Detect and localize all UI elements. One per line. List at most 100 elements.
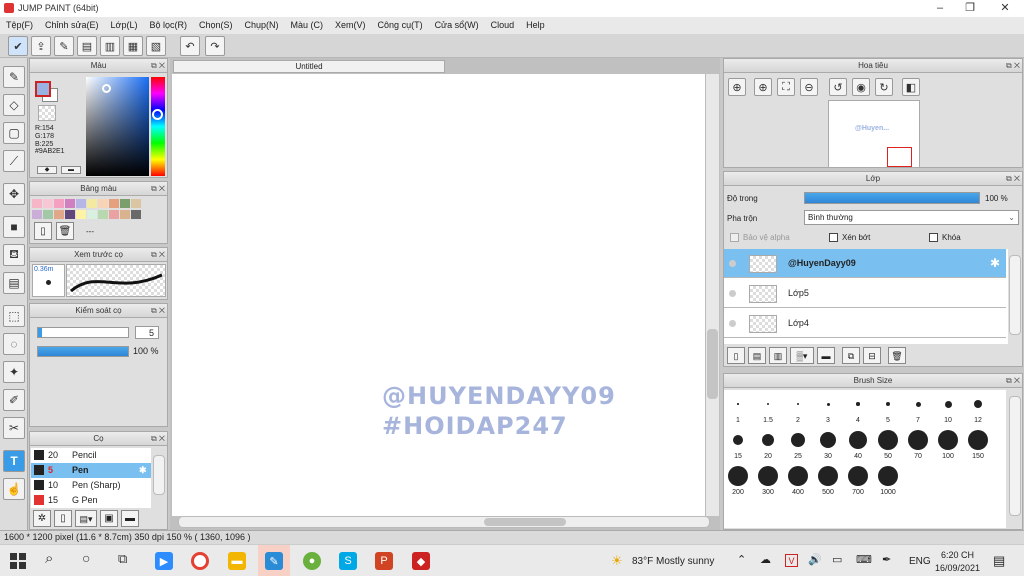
weather-icon[interactable]: ☀ (611, 553, 623, 569)
maximize-button[interactable]: ❐ (955, 0, 985, 17)
visibility-icon[interactable] (729, 260, 736, 267)
size-slider[interactable] (37, 327, 129, 338)
lasso-icon[interactable]: ◌ (3, 333, 25, 355)
select-pen-icon[interactable]: ✐ (3, 389, 25, 411)
select-rect-icon[interactable]: ⬚ (3, 305, 25, 327)
gradient-tool-icon[interactable]: ▤ (3, 272, 25, 294)
transparent-color[interactable] (38, 105, 56, 121)
panel-buttons[interactable]: ⧉ ✕ (151, 434, 165, 444)
palette-swatch[interactable] (32, 209, 42, 219)
brush-tool-icon[interactable]: ✎ (3, 66, 25, 88)
undo-icon[interactable]: ↶ (180, 36, 200, 56)
visibility-icon[interactable] (729, 320, 736, 327)
menu-cloud[interactable]: Cloud (485, 17, 521, 34)
palette-swatch[interactable] (54, 209, 64, 219)
brush-size-option[interactable]: 7 (903, 392, 933, 428)
brush-size-option[interactable]: 15 (723, 428, 753, 464)
opacity-slider[interactable] (37, 346, 129, 357)
sv-cursor[interactable] (102, 84, 111, 93)
rotate-left-icon[interactable]: ↺ (829, 78, 847, 96)
reset-view-icon[interactable]: ◉ (852, 78, 870, 96)
palette-swatch[interactable] (98, 199, 108, 208)
brush-size-option[interactable]: 500 (813, 464, 843, 500)
text-tool-icon[interactable]: T (3, 450, 25, 472)
eraser-tool-icon[interactable]: ◇ (3, 94, 25, 116)
powerpoint-icon[interactable]: P (375, 552, 393, 570)
saturation-value-picker[interactable] (86, 77, 149, 176)
brush-size-option[interactable]: 3 (813, 392, 843, 428)
brush-size-option[interactable]: 200 (723, 464, 753, 500)
clipping-checkbox[interactable] (829, 233, 838, 242)
navigator-thumbnail[interactable]: @Huyen... (828, 100, 920, 168)
brush-settings-icon[interactable]: ✲ (33, 510, 51, 527)
pen-icon[interactable]: ✒ (882, 553, 891, 566)
brush-type-dropdown-icon[interactable]: ▤▾ (75, 510, 97, 527)
brush-size-option[interactable]: 1.5 (753, 392, 783, 428)
horizontal-scroll-thumb[interactable] (484, 518, 566, 526)
hue-cursor[interactable] (152, 109, 163, 120)
gear-icon[interactable]: ✱ (990, 256, 1000, 270)
panel-buttons[interactable]: ⧉ ✕ (1006, 376, 1020, 386)
cloud-icon[interactable]: ☁ (760, 553, 771, 566)
palette-swatch[interactable] (131, 209, 141, 219)
hand-tool-icon[interactable]: ☝ (3, 478, 25, 500)
palette-swatch[interactable] (65, 199, 75, 208)
lock-checkbox[interactable] (929, 233, 938, 242)
magic-wand-icon[interactable]: ✦ (3, 361, 25, 383)
zoom-app-icon[interactable]: ▶ (155, 552, 173, 570)
brush-size-option[interactable]: 2 (783, 392, 813, 428)
palette-swatch[interactable] (109, 209, 119, 219)
select-eraser-icon[interactable]: ✂ (3, 417, 25, 439)
palette-swatch[interactable] (109, 199, 119, 208)
new-layer-8bit-icon[interactable]: ▤ (748, 347, 766, 364)
notification-icon[interactable]: ▤ (993, 553, 1005, 569)
battery-icon[interactable]: ▭ (832, 553, 842, 566)
layer-opacity-slider[interactable] (804, 192, 980, 204)
menu-layer[interactable]: Lớp(L) (105, 17, 144, 34)
layer-row-selected[interactable]: @HuyenDayy09 ✱ (724, 249, 1006, 278)
file-explorer-icon[interactable]: ▬ (228, 552, 246, 570)
canvas-horizontal-scrollbar[interactable] (178, 516, 710, 528)
brush-size-option[interactable]: 100 (933, 428, 963, 464)
brush-size-option[interactable]: 12 (963, 392, 993, 428)
brush-size-option[interactable]: 400 (783, 464, 813, 500)
menu-filter[interactable]: Bộ lọc(R) (143, 17, 193, 34)
weather-text[interactable]: 83°F Mostly sunny (632, 556, 714, 567)
skype-icon[interactable]: S (339, 552, 357, 570)
brush-size-option[interactable]: 700 (843, 464, 873, 500)
new-layer-icon[interactable]: ▯ (727, 347, 745, 364)
zoom-fit-icon[interactable]: ⊕ (728, 78, 746, 96)
protect-alpha-checkbox[interactable] (730, 233, 739, 242)
brush-copy-icon[interactable]: ▣ (100, 510, 118, 527)
flip-icon[interactable]: ◧ (902, 78, 920, 96)
vaccine-icon[interactable]: V (785, 554, 798, 567)
layer-row[interactable]: Lớp4 (724, 309, 1006, 338)
rotate-right-icon[interactable]: ↻ (875, 78, 893, 96)
fill-rect-icon[interactable]: ■ (3, 216, 25, 238)
brush-item[interactable]: 10 Pen (Sharp) (31, 478, 151, 493)
palette-swatch[interactable] (98, 209, 108, 219)
zoom-in-icon[interactable]: ⊕ (754, 78, 772, 96)
close-button[interactable]: ✕ (990, 0, 1020, 17)
menu-capture[interactable]: Chụp(N) (239, 17, 285, 34)
cortana-icon[interactable]: ○ (82, 550, 90, 566)
brush-size-option[interactable]: 10 (933, 392, 963, 428)
palette-swatch[interactable] (65, 209, 75, 219)
add-color-button[interactable]: ◆ (37, 166, 57, 174)
grid-check-icon[interactable]: ▧ (146, 36, 166, 56)
folder-icon[interactable]: ▬ (121, 510, 139, 527)
brush-size-option[interactable]: 150 (963, 428, 993, 464)
windows-start-icon[interactable] (10, 553, 26, 569)
palette-swatch[interactable] (43, 209, 53, 219)
volume-icon[interactable]: 🔊 (808, 553, 822, 566)
menu-file[interactable]: Tệp(F) (0, 17, 39, 34)
new-swatch-icon[interactable]: ▯ (34, 222, 52, 240)
brush-item[interactable]: 15 G Pen (31, 493, 151, 508)
panel-buttons[interactable]: ⧉ ✕ (151, 61, 165, 71)
viewport-rect[interactable] (887, 147, 912, 167)
redo-icon[interactable]: ↷ (205, 36, 225, 56)
panel-buttons[interactable]: ⧉ ✕ (151, 306, 165, 316)
palette-swatch[interactable] (76, 199, 86, 208)
chevron-up-icon[interactable]: ⌃ (737, 553, 746, 566)
menu-view[interactable]: Xem(V) (329, 17, 372, 34)
